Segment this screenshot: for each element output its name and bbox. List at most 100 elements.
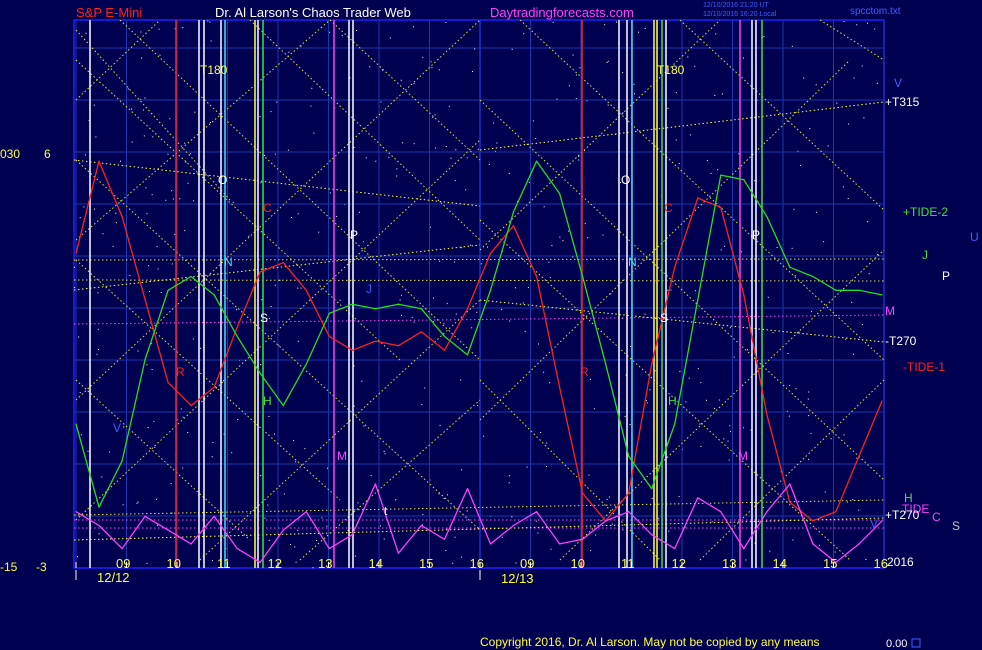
data-point bbox=[789, 483, 791, 485]
star-dot bbox=[151, 369, 153, 370]
star-dot bbox=[508, 482, 510, 484]
star-dot bbox=[546, 442, 548, 444]
star-dot bbox=[156, 498, 157, 500]
star-dot bbox=[568, 85, 570, 87]
star-dot bbox=[848, 123, 850, 125]
star-dot bbox=[424, 387, 426, 389]
star-dot bbox=[270, 306, 272, 307]
data-point bbox=[881, 520, 883, 522]
data-point bbox=[443, 349, 446, 351]
data-point bbox=[213, 294, 215, 296]
star-dot bbox=[339, 299, 341, 301]
star-dot bbox=[501, 536, 503, 538]
star-dot bbox=[112, 245, 114, 247]
annotation-label: P bbox=[752, 228, 760, 242]
star-dot bbox=[363, 425, 365, 427]
star-dot bbox=[705, 399, 707, 401]
star-dot bbox=[297, 529, 299, 531]
data-point bbox=[489, 289, 492, 291]
star-dot bbox=[509, 320, 511, 322]
star-dot bbox=[182, 467, 184, 469]
left-label: 6 bbox=[44, 147, 51, 161]
star-dot bbox=[679, 370, 681, 372]
star-dot bbox=[469, 244, 471, 246]
vertical-grid bbox=[75, 20, 885, 568]
data-point bbox=[881, 294, 883, 296]
star-dot bbox=[311, 87, 313, 89]
star-dot bbox=[268, 415, 270, 417]
star-dot bbox=[602, 234, 604, 236]
star-dot bbox=[174, 233, 176, 235]
star-dot bbox=[274, 284, 276, 286]
star-dot bbox=[493, 122, 495, 124]
star-dot bbox=[136, 502, 138, 504]
star-dot bbox=[795, 388, 797, 390]
star-dot bbox=[358, 211, 360, 213]
star-dot bbox=[550, 548, 552, 550]
star-dot bbox=[383, 451, 385, 452]
star-dot bbox=[629, 424, 631, 425]
star-dot bbox=[185, 161, 187, 163]
data-point bbox=[98, 524, 100, 527]
x-tick-label: 10 bbox=[571, 556, 585, 571]
data-point bbox=[236, 548, 238, 550]
star-dot bbox=[279, 279, 281, 281]
star-dot bbox=[509, 475, 511, 477]
star-dot bbox=[137, 350, 139, 352]
annotation-label: V bbox=[113, 421, 121, 435]
data-point bbox=[305, 363, 307, 365]
data-point bbox=[582, 538, 584, 540]
star-dot bbox=[455, 149, 457, 151]
star-dot bbox=[791, 45, 793, 47]
x-tick-label: 12 bbox=[268, 556, 282, 571]
star-dot bbox=[193, 200, 195, 202]
series-line bbox=[75, 160, 883, 508]
star-dot bbox=[789, 384, 791, 386]
star-dot bbox=[304, 448, 306, 450]
star-dot bbox=[543, 371, 545, 373]
star-dot bbox=[524, 330, 526, 332]
data-point bbox=[351, 534, 353, 536]
star-dot bbox=[190, 153, 192, 155]
star-dot bbox=[455, 313, 457, 315]
star-dot bbox=[98, 533, 100, 535]
star-dot bbox=[646, 402, 648, 404]
star-dot bbox=[772, 332, 774, 334]
star-dot bbox=[375, 160, 377, 162]
star-dot bbox=[115, 222, 117, 224]
star-dot bbox=[718, 399, 720, 401]
star-dot bbox=[723, 438, 725, 440]
star-dot bbox=[148, 265, 150, 267]
star-dot bbox=[434, 114, 436, 116]
star-dot bbox=[297, 287, 299, 289]
star-dot bbox=[165, 199, 167, 201]
star-dot bbox=[710, 172, 712, 174]
star-dot bbox=[401, 294, 402, 296]
star-dot bbox=[461, 247, 463, 249]
data-point bbox=[351, 303, 353, 305]
star-dot bbox=[551, 245, 553, 247]
star-dot bbox=[711, 521, 713, 523]
star-dot bbox=[384, 453, 386, 455]
x-tick-label: 13 bbox=[318, 556, 332, 571]
x-tick-label: 16 bbox=[874, 556, 888, 571]
data-point bbox=[766, 216, 768, 218]
star-dot bbox=[85, 32, 87, 34]
star-dot bbox=[438, 69, 440, 71]
data-point bbox=[213, 386, 215, 388]
dotted-line bbox=[479, 219, 851, 561]
annotation-label: O bbox=[218, 173, 227, 187]
data-point bbox=[420, 524, 422, 527]
star-dot bbox=[745, 559, 747, 561]
left-label: -3 bbox=[36, 560, 47, 574]
star-dot bbox=[261, 299, 263, 301]
star-dot bbox=[447, 494, 448, 496]
dotted-line bbox=[75, 19, 161, 101]
star-dot bbox=[678, 163, 680, 164]
x-tick-label: 09 bbox=[116, 556, 130, 571]
data-point bbox=[628, 492, 630, 494]
star-dot bbox=[808, 415, 810, 417]
data-point bbox=[536, 511, 538, 513]
star-dot bbox=[260, 364, 262, 366]
data-point bbox=[559, 192, 561, 195]
